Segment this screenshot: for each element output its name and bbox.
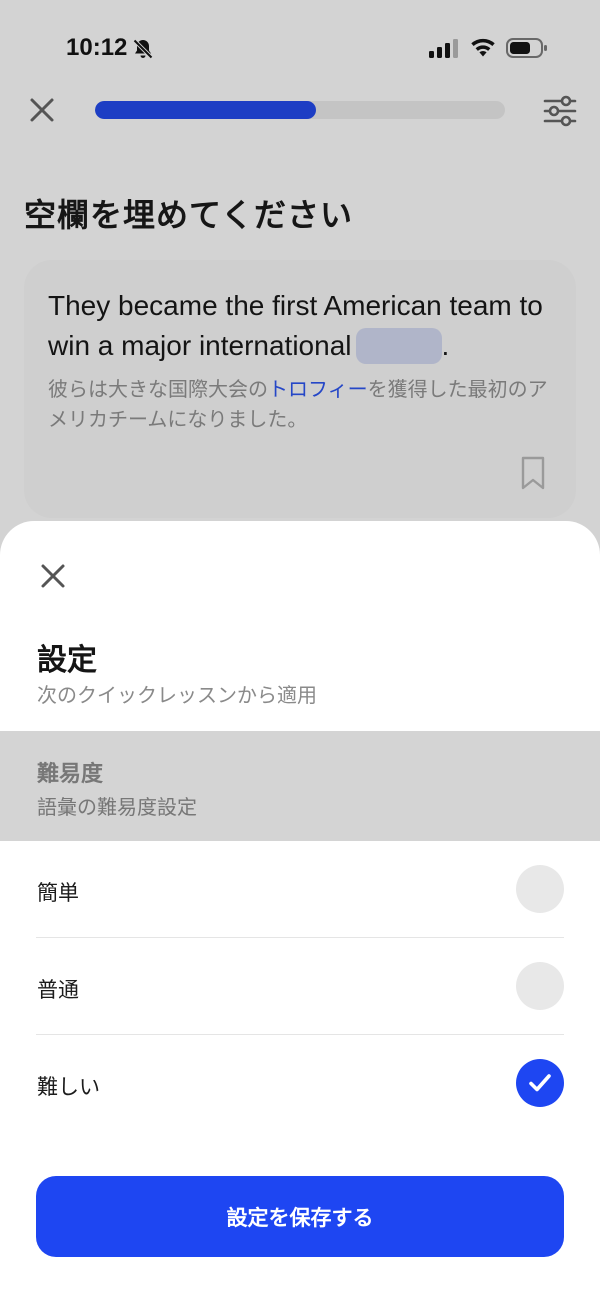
status-time: 10:12 [66,34,128,61]
status-bar: 10:12 [0,0,600,96]
bookmark-icon[interactable] [520,456,546,490]
bell-off-icon [133,39,153,59]
question-translation: 彼らは大きな国際大会のトロフィーを獲得した最初のアメリカチームになりました。 [48,374,558,434]
sentence-text: They became the first American team to w… [48,290,543,361]
difficulty-options: 簡単 普通 難しい [36,841,564,1132]
sliders-icon[interactable] [541,94,579,128]
section-subtitle: 語彙の難易度設定 [37,795,197,819]
settings-sheet: 設定 次のクイックレッスンから適用 難易度 語彙の難易度設定 簡単 普通 難しい… [0,521,600,1305]
battery-icon [506,38,547,58]
option-label: 難しい [37,1075,100,1099]
option-label: 簡単 [37,881,79,905]
sentence-end: . [441,330,450,361]
prompt-title: 空欄を埋めてください [24,196,354,234]
sheet-subtitle: 次のクイックレッスンから適用 [37,683,317,707]
option-normal[interactable]: 普通 [36,938,564,1035]
sheet-title: 設定 [37,643,97,678]
radio-button[interactable] [516,962,564,1010]
option-label: 普通 [37,978,79,1002]
lesson-progress-bar [95,101,505,119]
option-easy[interactable]: 簡単 [36,841,564,938]
save-settings-button[interactable]: 設定を保存する [36,1176,564,1257]
signal-icon [429,39,458,58]
close-icon[interactable] [36,559,70,593]
question-card: They became the first American team to w… [24,260,576,518]
radio-button-selected[interactable] [516,1059,564,1107]
close-icon[interactable] [26,94,58,126]
section-title: 難易度 [37,762,104,787]
difficulty-section-header: 難易度 語彙の難易度設定 [0,731,600,841]
option-hard[interactable]: 難しい [36,1035,564,1132]
checkmark-icon [529,1074,551,1092]
radio-button[interactable] [516,865,564,913]
blank-slot[interactable] [355,328,442,364]
lesson-progress-fill [95,101,317,119]
wifi-icon [471,38,495,57]
translation-text: 彼らは大きな国際大会の [48,377,268,401]
question-sentence: They became the first American team to w… [48,286,558,366]
translation-highlight: トロフィー [268,377,368,401]
